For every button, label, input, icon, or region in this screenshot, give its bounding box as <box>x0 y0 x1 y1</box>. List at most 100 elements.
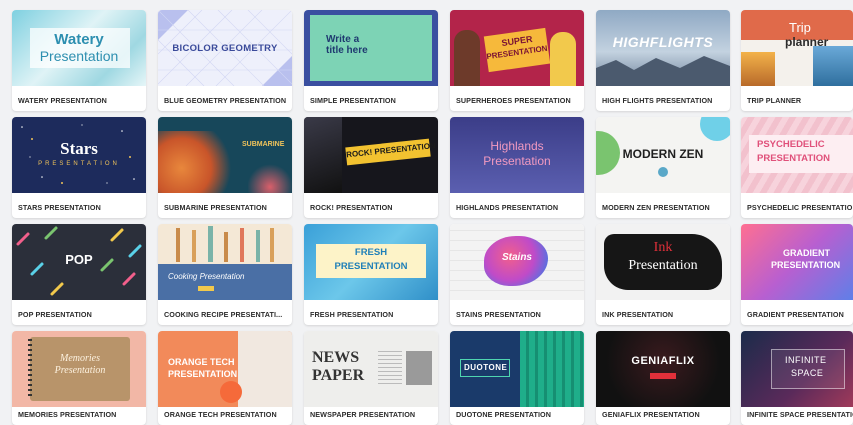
thumb-title: PSYCHEDELIC <box>757 139 825 150</box>
thumb-subtitle: PRESENTATION <box>757 153 831 164</box>
template-label: HIGH FLIGHTS PRESENTATION <box>602 96 713 105</box>
thumb-subtitle: PRESENTATION <box>168 369 238 379</box>
thumb-title: NEWS <box>312 349 360 366</box>
thumb-title: GRADIENT <box>783 248 830 258</box>
template-thumbnail: Trip planner <box>741 10 853 86</box>
coral-illustration-small <box>248 163 292 193</box>
template-thumbnail: GRADIENT PRESENTATION <box>741 224 853 300</box>
newspaper-photo <box>406 351 432 385</box>
template-thumbnail: GENIAFLIX <box>596 331 730 407</box>
template-thumbnail: SUPER PRESENTATION <box>450 10 584 86</box>
thumb-subtitle: PRESENTATION <box>38 161 120 167</box>
newspaper-columns <box>378 351 402 385</box>
template-thumbnail: MODERN ZEN <box>596 117 730 193</box>
thumb-title: Stains <box>501 252 532 263</box>
hero-illustration-left <box>454 30 480 86</box>
thumb-title: Write a <box>326 34 360 45</box>
template-card-pop[interactable]: POP POP PRESENTATION <box>12 224 146 325</box>
thumb-title: SUBMARINE <box>242 141 285 148</box>
hand-photo <box>238 331 292 407</box>
thumb-title: Ink <box>653 240 673 255</box>
template-card-stars[interactable]: Stars PRESENTATION STARS PRESENTATION <box>12 117 146 218</box>
template-card-highlands[interactable]: Highlands Presentation HIGHLANDS PRESENT… <box>450 117 584 218</box>
thumb-subtitle: title here <box>326 45 368 56</box>
thumb-subtitle: SPACE <box>791 368 824 378</box>
template-label: STARS PRESENTATION <box>18 203 101 212</box>
thumb-subtitle: planner <box>785 35 829 49</box>
template-card-high-flights[interactable]: HIGHFLIGHTS HIGH FLIGHTS PRESENTATION <box>596 10 730 111</box>
template-card-psychedelic[interactable]: PSYCHEDELIC PRESENTATION PSYCHEDELIC PRE… <box>741 117 853 218</box>
template-card-stains[interactable]: Stains STAINS PRESENTATION <box>450 224 584 325</box>
thumb-subtitle: Presentation <box>39 48 119 64</box>
template-label: ORANGE TECH PRESENTATION <box>164 410 277 419</box>
template-label: DUOTONE PRESENTATION <box>456 410 552 419</box>
template-card-newspaper[interactable]: NEWS PAPER NEWSPAPER PRESENTATION <box>304 331 438 425</box>
template-card-simple[interactable]: Write a title here SIMPLE PRESENTATION <box>304 10 438 111</box>
template-thumbnail: POP <box>12 224 146 300</box>
thumb-title: Stars <box>60 139 98 158</box>
flower-icon <box>658 167 668 177</box>
template-thumbnail: HIGHFLIGHTS <box>596 10 730 86</box>
thumb-title: GENIAFLIX <box>631 355 695 367</box>
template-card-rock[interactable]: ROCK! PRESENTATION ROCK! PRESENTATION <box>304 117 438 218</box>
template-thumbnail: PSYCHEDELIC PRESENTATION <box>741 117 853 193</box>
template-label: PSYCHEDELIC PRESENTATION <box>747 203 853 212</box>
thumb-title: Highlands <box>490 139 544 153</box>
template-label: HIGHLANDS PRESENTATION <box>456 203 559 212</box>
template-label: TRIP PLANNER <box>747 96 802 105</box>
template-thumbnail: DUOTONE <box>450 331 584 407</box>
template-thumbnail: ROCK! PRESENTATION <box>304 117 438 193</box>
template-label: FRESH PRESENTATION <box>310 310 394 319</box>
thumb-title: ORANGE TECH <box>168 357 235 367</box>
template-thumbnail: BICOLOR GEOMETRY <box>158 10 292 86</box>
template-label: COOKING RECIPE PRESENTATI... <box>164 310 283 319</box>
photo-right <box>813 46 853 86</box>
template-thumbnail: Cooking Presentation <box>158 224 292 300</box>
thumb-title: DUOTONE <box>464 363 508 372</box>
template-label: GENIAFLIX PRESENTATION <box>602 410 700 419</box>
thumb-subtitle: PRESENTATION <box>334 261 408 272</box>
coral-illustration <box>158 131 236 193</box>
circle-blue <box>700 117 730 141</box>
thumb-title: Watery <box>54 31 104 48</box>
orange-circle <box>220 381 242 403</box>
template-label: MEMORIES PRESENTATION <box>18 410 117 419</box>
template-label: NEWSPAPER PRESENTATION <box>310 410 416 419</box>
template-card-geniaflix[interactable]: GENIAFLIX GENIAFLIX PRESENTATION <box>596 331 730 425</box>
thumb-subtitle: Presentation <box>54 365 106 376</box>
template-card-cooking[interactable]: Cooking Presentation COOKING RECIPE PRES… <box>158 224 292 325</box>
template-thumbnail: Memories Presentation <box>12 331 146 407</box>
template-card-memories[interactable]: Memories Presentation MEMORIES PRESENTAT… <box>12 331 146 425</box>
thumb-subtitle: Presentation <box>483 154 551 168</box>
template-card-watery[interactable]: Watery Presentation WATERY PRESENTATION <box>12 10 146 111</box>
template-grid: Watery Presentation WATERY PRESENTATION … <box>0 0 853 425</box>
template-thumbnail: Highlands Presentation <box>450 117 584 193</box>
template-label: INFINITE SPACE PRESENTATION <box>747 410 853 419</box>
template-thumbnail: Stars PRESENTATION <box>12 117 146 193</box>
template-label: WATERY PRESENTATION <box>18 96 107 105</box>
thumb-title: Trip <box>789 20 811 35</box>
template-card-orange-tech[interactable]: ORANGE TECH PRESENTATION ORANGE TECH PRE… <box>158 331 292 425</box>
thumb-title: FRESH <box>354 247 388 258</box>
thumb-title: Cooking Presentation <box>168 272 245 281</box>
template-label: ROCK! PRESENTATION <box>310 203 393 212</box>
template-card-submarine[interactable]: SUBMARINE SUBMARINE PRESENTATION <box>158 117 292 218</box>
template-thumbnail: ORANGE TECH PRESENTATION <box>158 331 292 407</box>
template-card-blue-geometry[interactable]: BICOLOR GEOMETRY BLUE GEOMETRY PRESENTAT… <box>158 10 292 111</box>
template-card-duotone[interactable]: DUOTONE DUOTONE PRESENTATION <box>450 331 584 425</box>
template-card-trip-planner[interactable]: Trip planner TRIP PLANNER <box>741 10 853 111</box>
template-card-fresh[interactable]: FRESH PRESENTATION FRESH PRESENTATION <box>304 224 438 325</box>
template-card-modern-zen[interactable]: MODERN ZEN MODERN ZEN PRESENTATION <box>596 117 730 218</box>
template-card-infinite-space[interactable]: INFINITE SPACE INFINITE SPACE PRESENTATI… <box>741 331 853 425</box>
template-card-ink[interactable]: Ink Presentation INK PRESENTATION <box>596 224 730 325</box>
template-thumbnail: FRESH PRESENTATION <box>304 224 438 300</box>
thumb-title: Memories <box>60 353 100 364</box>
template-card-gradient[interactable]: GRADIENT PRESENTATION GRADIENT PRESENTAT… <box>741 224 853 325</box>
template-thumbnail: Watery Presentation <box>12 10 146 86</box>
template-card-superheroes[interactable]: SUPER PRESENTATION SUPERHEROES PRESENTAT… <box>450 10 584 111</box>
template-thumbnail: Stains <box>450 224 584 300</box>
photo-left <box>741 52 775 86</box>
template-label: STAINS PRESENTATION <box>456 310 541 319</box>
thumb-subtitle: Presentation <box>628 258 698 273</box>
thumb-title: HIGHFLIGHTS <box>612 34 714 50</box>
